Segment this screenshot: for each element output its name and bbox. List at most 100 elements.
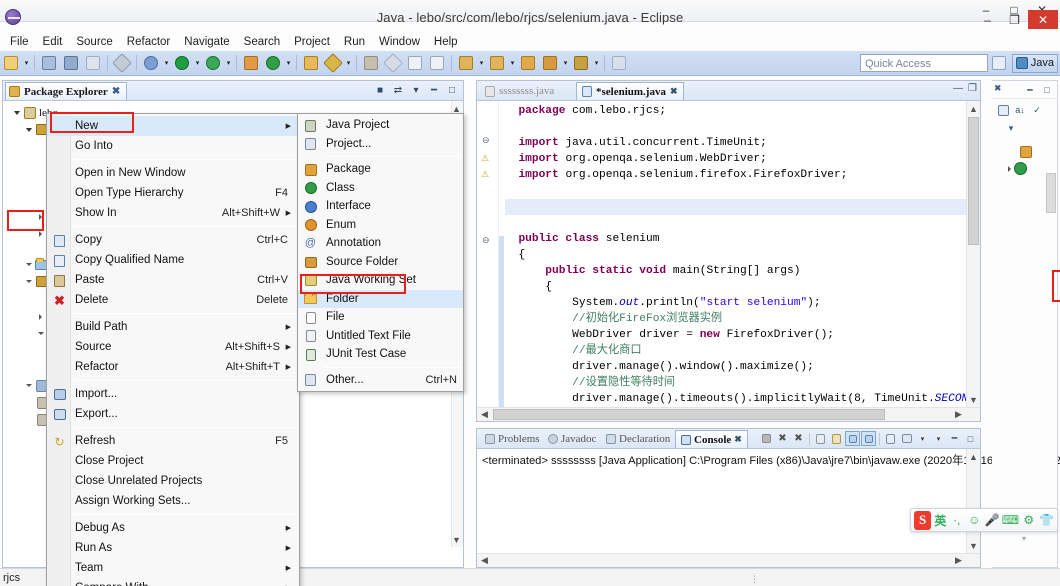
next-annotation-icon[interactable]	[427, 53, 447, 73]
quick-fix-icon[interactable]	[112, 53, 132, 73]
clear-console-icon[interactable]	[813, 431, 828, 446]
scroll-up-icon[interactable]: ▲	[967, 102, 980, 115]
expand-twisty-icon[interactable]	[23, 280, 34, 283]
context-menu-item-export[interactable]: Export...	[47, 404, 299, 424]
submenu-item-junit-test-case[interactable]: JUnit Test Case	[298, 345, 463, 364]
outline-vscroll-thumb[interactable]	[1046, 173, 1056, 213]
voice-icon[interactable]: 🎤	[985, 511, 1000, 529]
minimize-icon[interactable]: ━	[1023, 83, 1037, 97]
hide-fields-icon[interactable]: ✓	[1030, 103, 1044, 117]
eclipse-minimize-button[interactable]: –	[974, 11, 1001, 29]
scroll-down-icon[interactable]: ▼	[450, 533, 463, 546]
menu-edit[interactable]: Edit	[36, 35, 70, 49]
ime-punctuation-icon[interactable]: ·,	[949, 511, 964, 529]
collapse-twisty-icon[interactable]	[35, 314, 46, 320]
pin-console-icon[interactable]	[845, 431, 860, 446]
editor-tab-ssssssss[interactable]: ssssssss.java	[480, 82, 559, 100]
tab-problems[interactable]: Problems	[480, 430, 545, 448]
expand-twisty-icon[interactable]	[23, 384, 34, 387]
console-vscrollbar[interactable]: ▲ ▼	[966, 449, 980, 553]
menu-navigate[interactable]: Navigate	[177, 35, 236, 49]
sogou-logo-icon[interactable]: S	[914, 511, 931, 530]
save-all-icon[interactable]	[61, 53, 81, 73]
expand-twisty-icon[interactable]	[23, 128, 34, 132]
scroll-down-icon[interactable]: ▼	[967, 393, 980, 406]
ime-expand-icon[interactable]: ▾	[1022, 534, 1026, 543]
context-menu-item-new[interactable]: New ▶	[47, 116, 299, 136]
editor-body[interactable]: ⊖ ⚠ ⚠ ⊖ package com.lebo.rjcs; import ja…	[477, 101, 980, 421]
view-menu-icon[interactable]: ▾	[1004, 121, 1018, 135]
submenu-item-untitled-text-file[interactable]: Untitled Text File	[298, 327, 463, 346]
context-menu-item-run-as[interactable]: Run As ▶	[47, 538, 299, 558]
submenu-item-other[interactable]: Other... Ctrl+N	[298, 371, 463, 390]
new-class-dropdown-icon[interactable]: ▾	[284, 53, 293, 73]
collapse-all-icon[interactable]	[996, 103, 1010, 117]
tab-declaration[interactable]: Declaration	[601, 430, 675, 448]
collapse-twisty-icon[interactable]	[35, 214, 46, 220]
editor-tab-selenium[interactable]: *selenium.java ✖	[576, 82, 684, 100]
last-edit-location-icon[interactable]	[456, 53, 476, 73]
tab-javadoc[interactable]: Javadoc	[543, 430, 601, 448]
minimize-icon[interactable]: —	[953, 83, 963, 94]
menu-file[interactable]: File	[3, 35, 36, 49]
menu-project[interactable]: Project	[287, 35, 337, 49]
remove-all-terminated-icon[interactable]: ✖	[791, 431, 806, 446]
editor-hscroll-thumb[interactable]	[493, 409, 885, 420]
save-icon[interactable]	[39, 53, 59, 73]
context-menu-item-open-type-hierarchy[interactable]: Open Type Hierarchy F4	[47, 183, 299, 203]
menu-window[interactable]: Window	[372, 35, 427, 49]
forward-icon[interactable]	[540, 53, 560, 73]
back-icon[interactable]	[518, 53, 538, 73]
context-menu-item-paste[interactable]: Paste Ctrl+V	[47, 270, 299, 290]
maximize-icon[interactable]: □	[963, 431, 978, 446]
scroll-left-icon[interactable]: ◀	[478, 554, 491, 567]
submenu-item-enum[interactable]: Enum	[298, 216, 463, 235]
maximize-icon[interactable]: □	[1040, 83, 1054, 97]
close-icon[interactable]: ✖	[670, 86, 678, 97]
eclipse-restore-button[interactable]: ❐	[1001, 11, 1028, 29]
editor-vscrollbar[interactable]: ▲ ▼	[966, 101, 980, 407]
menu-help[interactable]: Help	[427, 35, 465, 49]
context-menu-item-refresh[interactable]: ↻ Refresh F5	[47, 431, 299, 451]
submenu-item-interface[interactable]: Interface	[298, 197, 463, 216]
context-menu-item-copy-qualified-name[interactable]: Copy Qualified Name	[47, 250, 299, 270]
previous-annotation-icon[interactable]	[405, 53, 425, 73]
external-tools-dropdown-icon[interactable]: ▾	[224, 53, 233, 73]
console-dropdown-icon[interactable]: ▾	[915, 431, 930, 446]
toggle-mark-occurrences-icon[interactable]	[361, 53, 381, 73]
outline-tree[interactable]	[996, 143, 1032, 177]
context-menu-item-refactor[interactable]: Refactor Alt+Shift+T ▶	[47, 357, 299, 377]
previous-edit-icon[interactable]	[487, 53, 507, 73]
outline-node-package[interactable]	[996, 143, 1032, 160]
console-output-area[interactable]: <terminated> ssssssss [Java Application]…	[477, 449, 980, 567]
submenu-item-file[interactable]: File	[298, 308, 463, 327]
remove-launch-icon[interactable]: ✖	[775, 431, 790, 446]
context-menu-item-go-into[interactable]: Go Into	[47, 136, 299, 156]
search-dropdown-icon[interactable]: ▾	[344, 53, 353, 73]
expand-twisty-icon[interactable]	[11, 111, 22, 115]
context-menu-item-source[interactable]: Source Alt+Shift+S ▶	[47, 337, 299, 357]
display-selected-console-icon[interactable]	[861, 431, 876, 446]
new-wizard-dropdown-icon[interactable]: ▾	[22, 53, 31, 73]
menu-source[interactable]: Source	[69, 35, 119, 49]
outline-tab-close-icon[interactable]: ✖	[994, 83, 1002, 94]
new-class-icon[interactable]	[263, 53, 283, 73]
open-perspective-icon[interactable]	[989, 53, 1009, 73]
context-menu-item-compare-with[interactable]: Compare With ▶	[47, 578, 299, 586]
console-hscrollbar[interactable]: ◀ ▶	[477, 553, 980, 567]
pencil-icon[interactable]	[383, 53, 403, 73]
keyboard-icon[interactable]: ⌨	[1002, 511, 1018, 529]
status-bar-resize-grip[interactable]: ⋮	[750, 574, 761, 585]
scroll-lock-icon[interactable]	[829, 431, 844, 446]
context-menu-item-assign-working-sets[interactable]: Assign Working Sets...	[47, 491, 299, 511]
last-edit-dropdown-icon[interactable]: ▾	[477, 53, 486, 73]
sort-icon[interactable]: a↓	[1013, 103, 1027, 117]
navigate-next-dropdown-icon[interactable]: ▾	[592, 53, 601, 73]
emoji-icon[interactable]: ☺	[967, 511, 982, 529]
context-menu-item-close-unrelated-projects[interactable]: Close Unrelated Projects	[47, 471, 299, 491]
submenu-item-source-folder[interactable]: Source Folder	[298, 253, 463, 272]
context-menu-item-close-project[interactable]: Close Project	[47, 451, 299, 471]
submenu-item-java-working-set[interactable]: Java Working Set	[298, 271, 463, 290]
submenu-item-package[interactable]: Package	[298, 160, 463, 179]
navigate-next-icon[interactable]	[571, 53, 591, 73]
